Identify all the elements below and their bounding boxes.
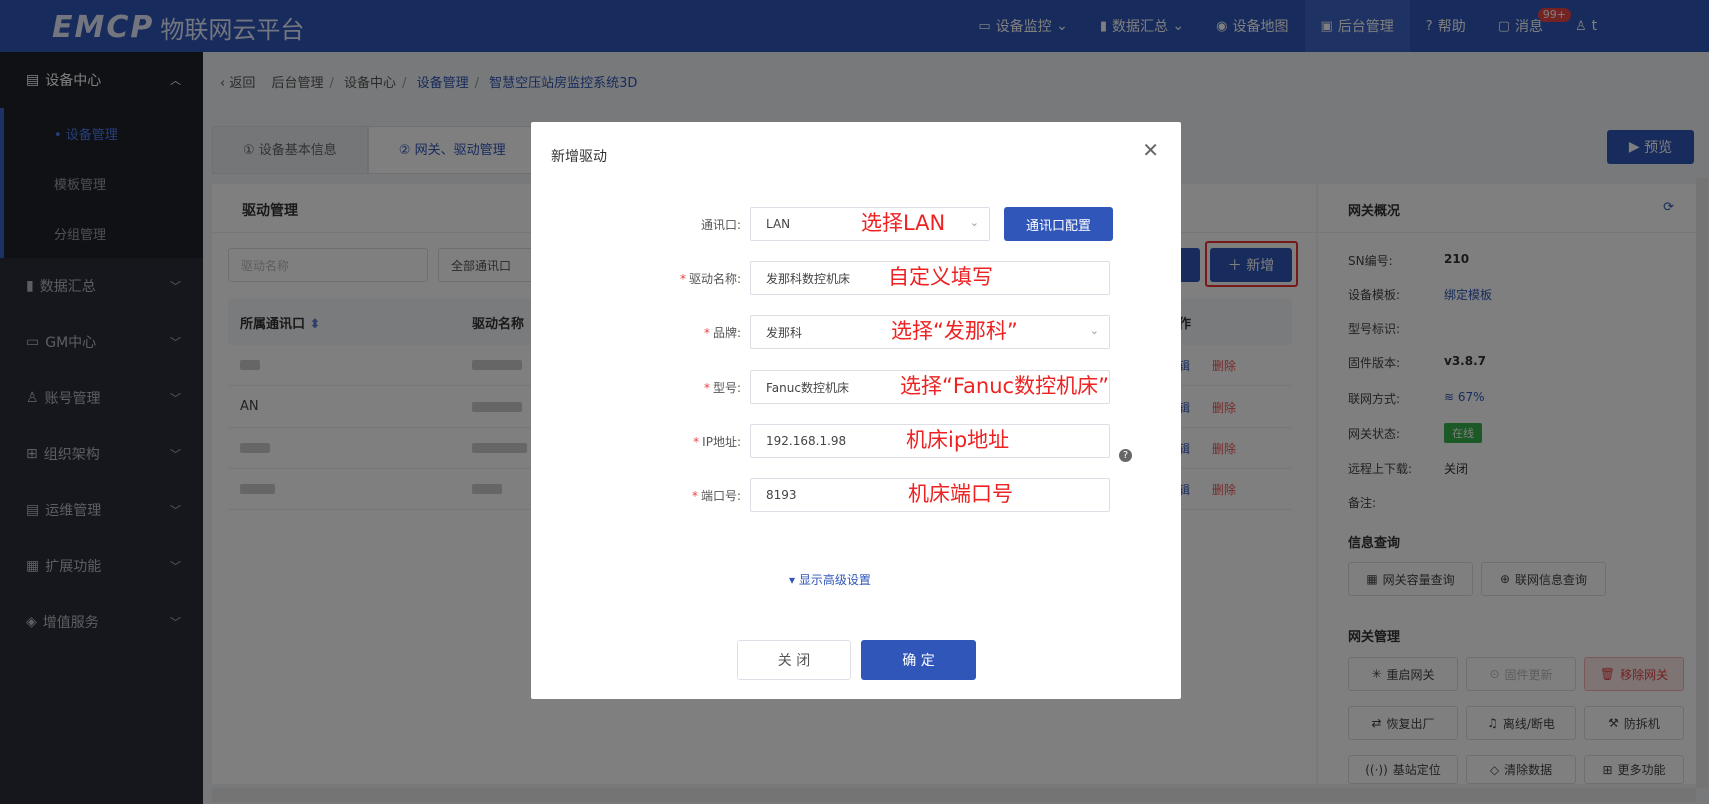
- model-label: * 型号:: [703, 381, 741, 395]
- port-number-label: * 端口号:: [691, 489, 741, 503]
- help-icon[interactable]: ?: [1119, 449, 1132, 462]
- annotation: 机床端口号: [908, 482, 1013, 506]
- caret-down-icon: ▾: [789, 573, 799, 587]
- close-button[interactable]: 关 闭: [737, 640, 851, 680]
- annotation: 选择“Fanuc数控机床”: [900, 374, 1109, 398]
- add-driver-modal: 新增驱动 ✕ 通讯口: LAN ⌄ 选择LAN 通讯口配置 * 驱动名称: 发那科数…: [531, 122, 1181, 699]
- confirm-button[interactable]: 确 定: [861, 640, 976, 680]
- port-config-button[interactable]: 通讯口配置: [1004, 207, 1113, 241]
- annotation: 机床ip地址: [906, 428, 1010, 452]
- port-label: 通讯口:: [700, 218, 741, 232]
- annotation: 选择LAN: [861, 211, 946, 235]
- driver-name-label: * 驱动名称:: [679, 272, 741, 286]
- ip-label: * IP地址:: [693, 435, 741, 449]
- brand-label: * 品牌:: [703, 326, 741, 340]
- chevron-down-icon: ⌄: [969, 216, 979, 229]
- advanced-settings-toggle[interactable]: ▾ 显示高级设置: [789, 571, 871, 588]
- chevron-down-icon: ⌄: [1089, 324, 1099, 337]
- modal-title: 新增驱动: [551, 149, 607, 165]
- annotation: 自定义填写: [888, 265, 993, 289]
- annotation: 选择“发那科”: [891, 319, 1018, 343]
- close-icon[interactable]: ✕: [1142, 138, 1159, 162]
